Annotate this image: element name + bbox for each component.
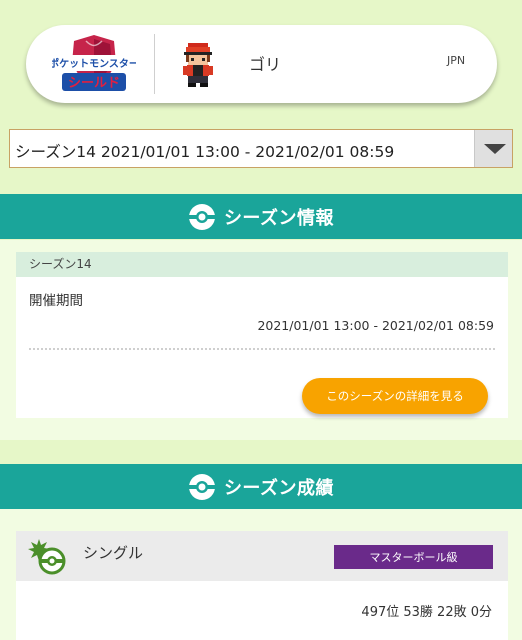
season-results-header: シーズン成績: [0, 464, 522, 509]
monster-ball-icon: [188, 473, 215, 500]
single-battle-icon: [28, 539, 66, 575]
season-results-title: シーズン成績: [223, 477, 335, 499]
pokemon-shield-logo: ポケットモンスター シールド: [52, 35, 136, 91]
svg-text:ポケットモンスター: ポケットモンスター: [52, 57, 136, 70]
profile-card: ポケットモンスター シールド ゴリ JPN: [26, 25, 497, 103]
rank-class-badge: マスターボール級: [334, 545, 493, 569]
chevron-down-icon[interactable]: [474, 130, 512, 167]
profile-divider: [154, 34, 155, 94]
trainer-name: ゴリ: [249, 55, 282, 74]
season-card-header: シーズン14: [16, 252, 508, 277]
svg-text:シールド: シールド: [68, 76, 120, 91]
season-select-value: シーズン14 2021/01/01 13:00 - 2021/02/01 08:…: [15, 143, 395, 161]
battle-record: 497位 53勝 22敗 0分: [361, 605, 492, 620]
season-info-card: シーズン14 開催期間 2021/01/01 13:00 - 2021/02/0…: [16, 252, 508, 418]
season-results-panel: シングル マスターボール級 497位 53勝 22敗 0分: [0, 509, 522, 640]
season-detail-button[interactable]: このシーズンの詳細を見る: [302, 378, 488, 414]
country-code: JPN: [447, 54, 466, 67]
season-info-header: シーズン情報: [0, 194, 522, 239]
period-value: 2021/01/01 13:00 - 2021/02/01 08:59: [257, 318, 494, 333]
trainer-avatar: [183, 43, 213, 87]
season-select-dropdown[interactable]: シーズン14 2021/01/01 13:00 - 2021/02/01 08:…: [9, 129, 513, 168]
single-battle-header: シングル マスターボール級: [16, 531, 508, 581]
season-info-title: シーズン情報: [223, 207, 335, 229]
period-label: 開催期間: [29, 293, 83, 309]
dotted-divider: [29, 348, 495, 350]
monster-ball-icon: [188, 203, 215, 230]
season-info-panel: シーズン14 開催期間 2021/01/01 13:00 - 2021/02/0…: [0, 240, 522, 440]
battle-type-label: シングル: [83, 544, 144, 562]
single-battle-card: シングル マスターボール級 497位 53勝 22敗 0分: [16, 531, 508, 640]
